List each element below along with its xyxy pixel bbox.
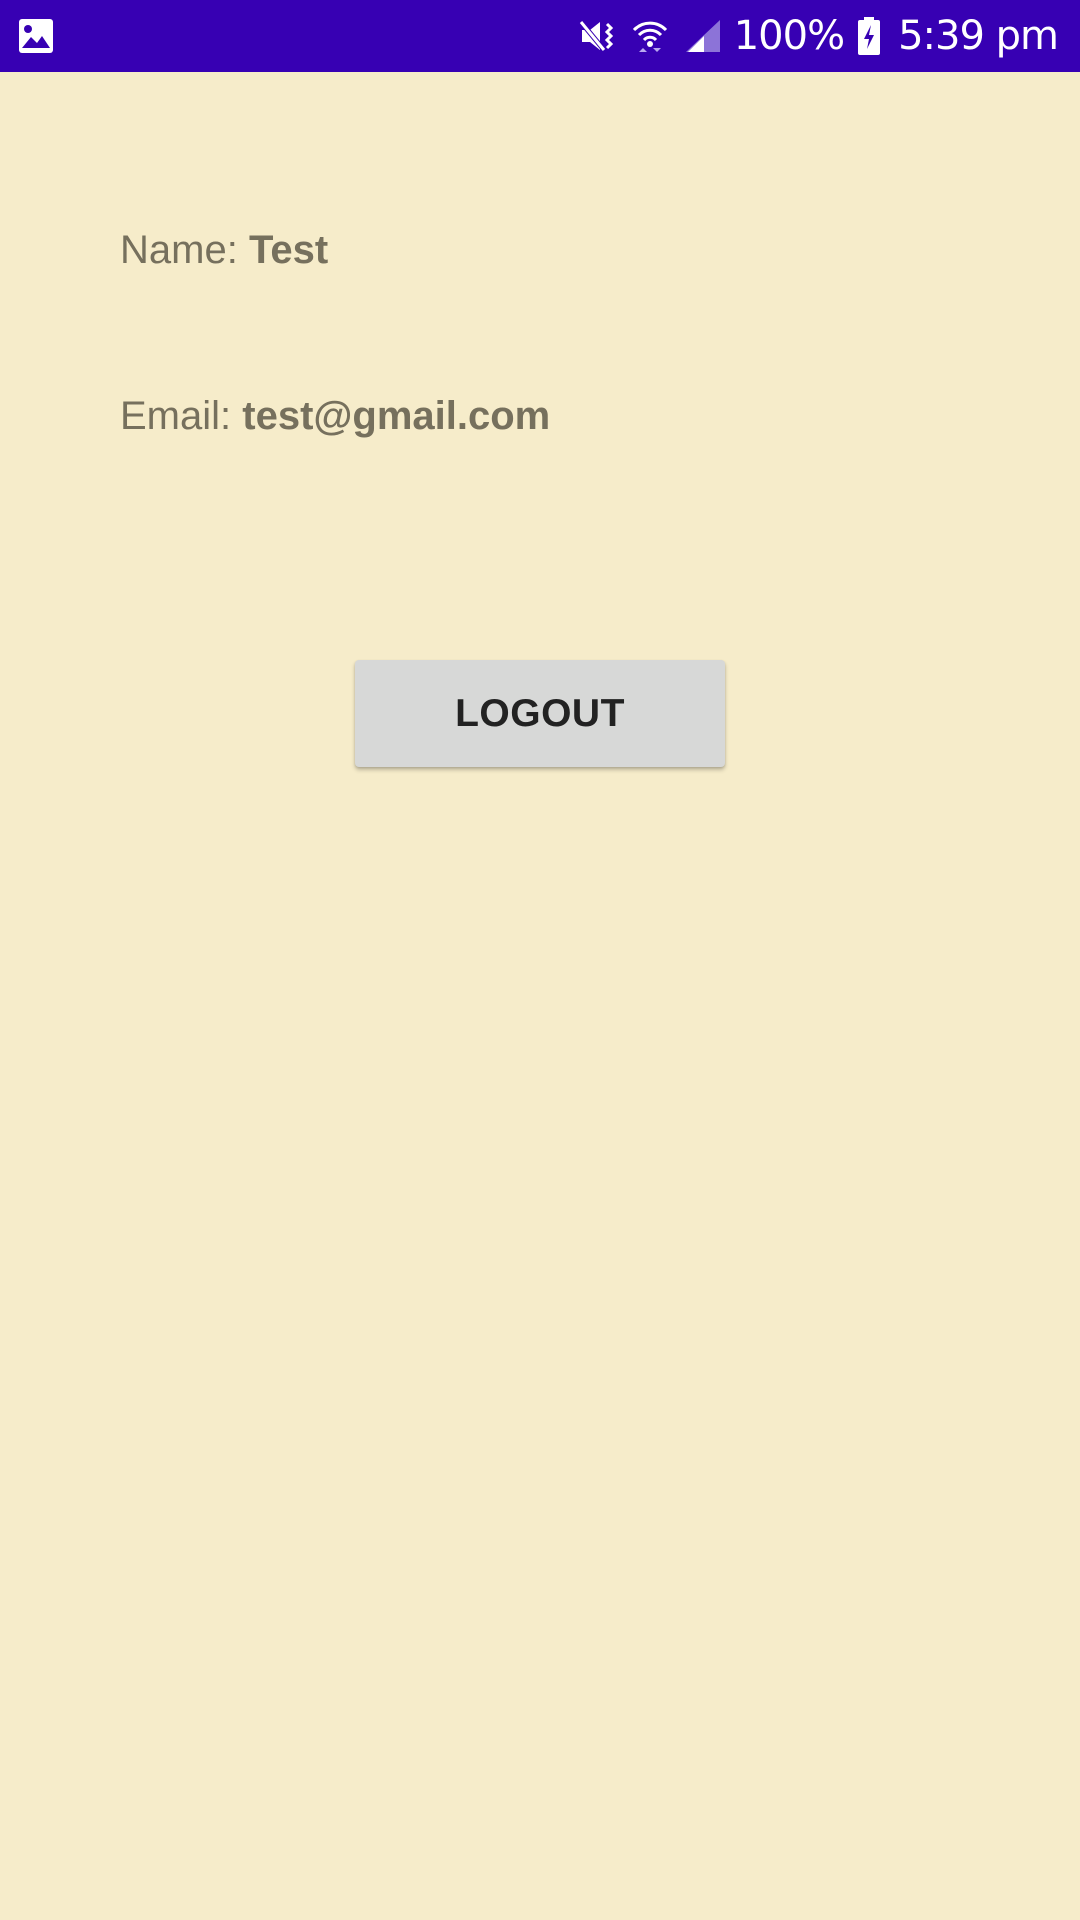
email-value: test@gmail.com (242, 394, 551, 438)
battery-charging-icon (856, 16, 882, 56)
name-value: Test (248, 228, 329, 272)
mute-icon (578, 16, 618, 56)
battery-percentage: 100% (733, 13, 845, 59)
clock: 5:39 pm (898, 13, 1059, 59)
name-label: Name: (120, 228, 249, 272)
name-row: Name: Test (120, 228, 328, 273)
email-row: Email: test@gmail.com (120, 394, 550, 439)
logout-button[interactable]: LOGOUT (355, 660, 725, 767)
email-label: Email: (120, 394, 243, 438)
signal-icon (682, 16, 722, 56)
status-bar: 100% 5:39 pm (0, 0, 1080, 72)
status-icons: 100% 5:39 pm (578, 0, 1059, 72)
image-icon (18, 18, 54, 54)
wifi-icon (630, 16, 670, 56)
